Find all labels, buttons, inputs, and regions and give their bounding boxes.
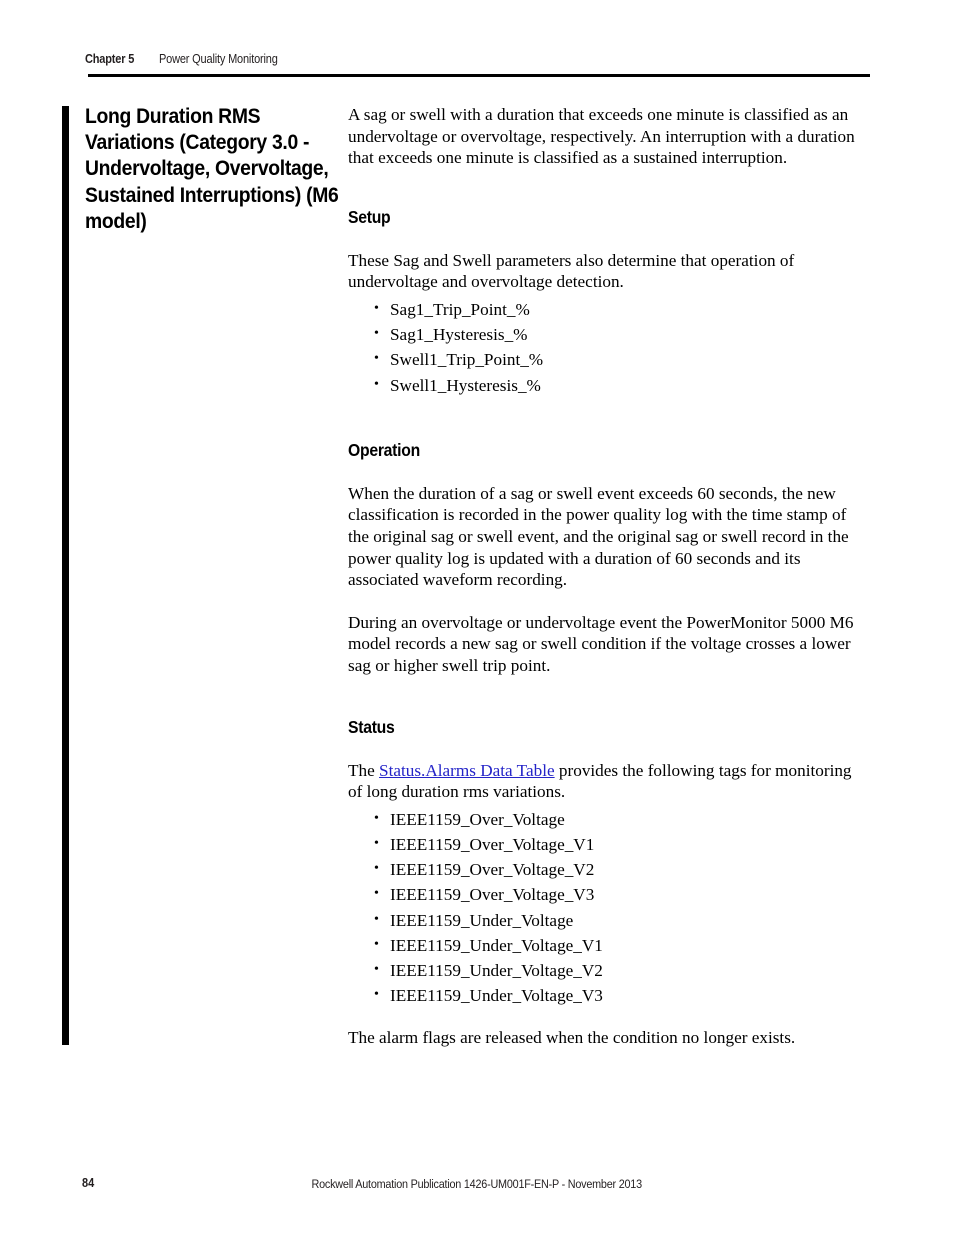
intro-paragraph: A sag or swell with a duration that exce… bbox=[348, 105, 855, 168]
heading-setup: Setup bbox=[348, 206, 391, 227]
setup-paragraph: These Sag and Swell parameters also dete… bbox=[348, 250, 795, 292]
page-title-line-2: Variations (Category 3.0 - bbox=[85, 130, 310, 155]
page-title-line-4: Sustained Interruptions) (M6 bbox=[85, 182, 339, 207]
page-title: Long Duration RMS Variations (Category 3… bbox=[85, 103, 339, 234]
body-column: A sag or swell with a duration that exce… bbox=[348, 104, 870, 1049]
list-item: IEEE1159_Under_Voltage_V1 bbox=[348, 932, 870, 958]
header-chapter-label: Chapter 5 bbox=[85, 52, 135, 66]
list-item: IEEE1159_Over_Voltage_V3 bbox=[348, 881, 870, 907]
status-intro-paragraph: The Status.Alarms Data Table provides th… bbox=[348, 760, 870, 803]
page-title-line-5: model) bbox=[85, 208, 147, 233]
header-section-label: Power Quality Monitoring bbox=[158, 52, 278, 66]
list-item: Swell1_Trip_Point_% bbox=[348, 346, 870, 372]
status-alarms-data-table-link[interactable]: Status.Alarms Data Table bbox=[379, 761, 555, 780]
heading-status: Status bbox=[348, 716, 395, 737]
list-item: Sag1_Hysteresis_% bbox=[348, 321, 870, 347]
list-item: Sag1_Trip_Point_% bbox=[348, 296, 870, 322]
list-item: Swell1_Hysteresis_% bbox=[348, 372, 870, 398]
setup-parameter-list: Sag1_Trip_Point_% Sag1_Hysteresis_% Swel… bbox=[348, 296, 870, 398]
list-item: IEEE1159_Over_Voltage_V1 bbox=[348, 831, 870, 857]
list-item: IEEE1159_Under_Voltage_V2 bbox=[348, 957, 870, 983]
page-title-line-3: Undervoltage, Overvoltage, bbox=[85, 156, 329, 181]
heading-operation: Operation bbox=[348, 439, 420, 460]
document-page: Chapter 5 Power Quality Monitoring Long … bbox=[0, 0, 954, 1235]
list-item: IEEE1159_Over_Voltage bbox=[348, 806, 870, 832]
list-item: IEEE1159_Over_Voltage_V2 bbox=[348, 856, 870, 882]
status-closing-paragraph: The alarm flags are released when the co… bbox=[348, 1028, 796, 1048]
status-tag-list: IEEE1159_Over_Voltage IEEE1159_Over_Volt… bbox=[348, 806, 870, 1009]
status-intro-prefix: The bbox=[348, 760, 380, 780]
list-item: IEEE1159_Under_Voltage bbox=[348, 907, 870, 933]
operation-paragraph-2: During an overvoltage or undervoltage ev… bbox=[348, 612, 854, 675]
running-header: Chapter 5 Power Quality Monitoring bbox=[85, 52, 294, 66]
footer-publication: Rockwell Automation Publication 1426-UM0… bbox=[311, 1177, 643, 1191]
operation-paragraph-1: When the duration of a sag or swell even… bbox=[348, 483, 849, 590]
header-rule bbox=[88, 74, 870, 77]
change-bar bbox=[62, 106, 69, 1045]
list-item: IEEE1159_Under_Voltage_V3 bbox=[348, 982, 870, 1008]
page-title-line-1: Long Duration RMS bbox=[85, 104, 261, 128]
